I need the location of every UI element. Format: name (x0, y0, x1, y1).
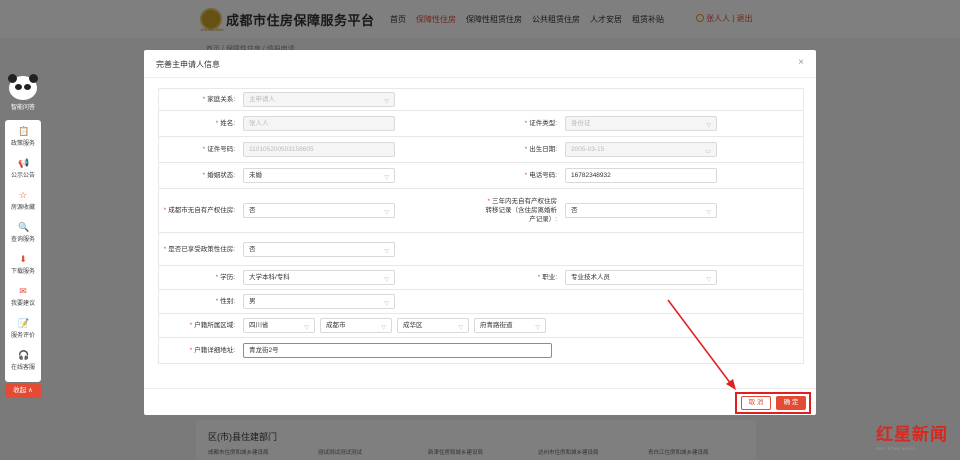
watermark-subtitle: RED STAR NEWS (876, 446, 916, 451)
watermark: 红星新闻 RED STAR NEWS (876, 420, 948, 451)
annotation-arrow (667, 299, 736, 390)
arrow-line (667, 299, 732, 385)
watermark-logo: 红星新闻 (876, 425, 948, 445)
